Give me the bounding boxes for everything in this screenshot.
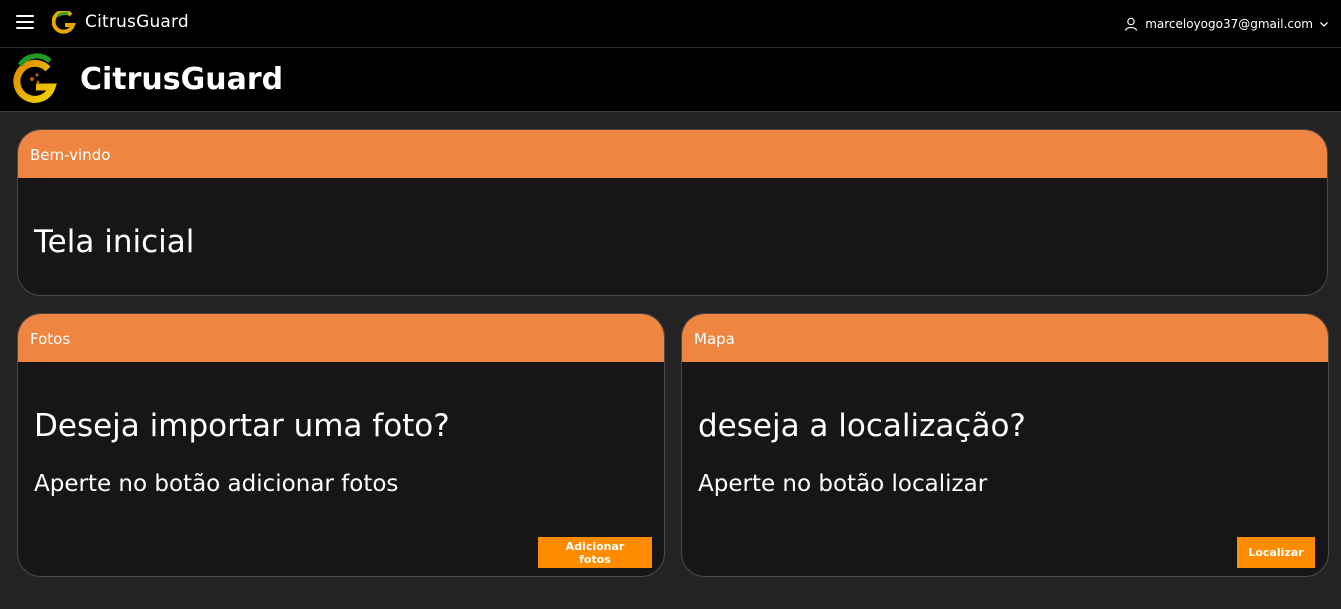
- brand-title: CitrusGuard: [80, 62, 284, 97]
- welcome-card-header: Bem-vindo: [18, 130, 1327, 178]
- map-card-header: Mapa: [682, 314, 1328, 362]
- user-email: marceloyogo37@gmail.com: [1145, 17, 1313, 31]
- map-card-text: Aperte no botão localizar: [698, 471, 988, 497]
- map-card: Mapa deseja a localização? Aperte no bot…: [681, 313, 1329, 577]
- user-icon: [1125, 17, 1138, 31]
- photos-card-title: Deseja importar uma foto?: [34, 408, 450, 444]
- top-app-bar: CitrusGuard marceloyogo37@gmail.com: [0, 0, 1341, 48]
- user-account-menu[interactable]: marceloyogo37@gmail.com: [1124, 14, 1329, 34]
- photos-card: Fotos Deseja importar uma foto? Aperte n…: [17, 313, 665, 577]
- map-card-title: deseja a localização?: [698, 408, 1026, 444]
- welcome-card: Bem-vindo Tela inicial: [17, 129, 1328, 296]
- locate-button[interactable]: Localizar: [1237, 537, 1315, 568]
- photos-card-text: Aperte no botão adicionar fotos: [34, 471, 399, 497]
- hamburger-menu-icon[interactable]: [16, 15, 34, 31]
- citrusguard-logo-icon: [52, 11, 76, 34]
- app-title: CitrusGuard: [85, 12, 189, 32]
- brand-header: CitrusGuard: [0, 48, 1341, 112]
- add-photos-button[interactable]: Adicionar fotos: [538, 537, 652, 568]
- welcome-card-title: Tela inicial: [34, 224, 195, 260]
- citrusguard-large-logo-icon: [13, 53, 57, 103]
- photos-card-header: Fotos: [18, 314, 664, 362]
- chevron-down-icon: [1320, 22, 1328, 27]
